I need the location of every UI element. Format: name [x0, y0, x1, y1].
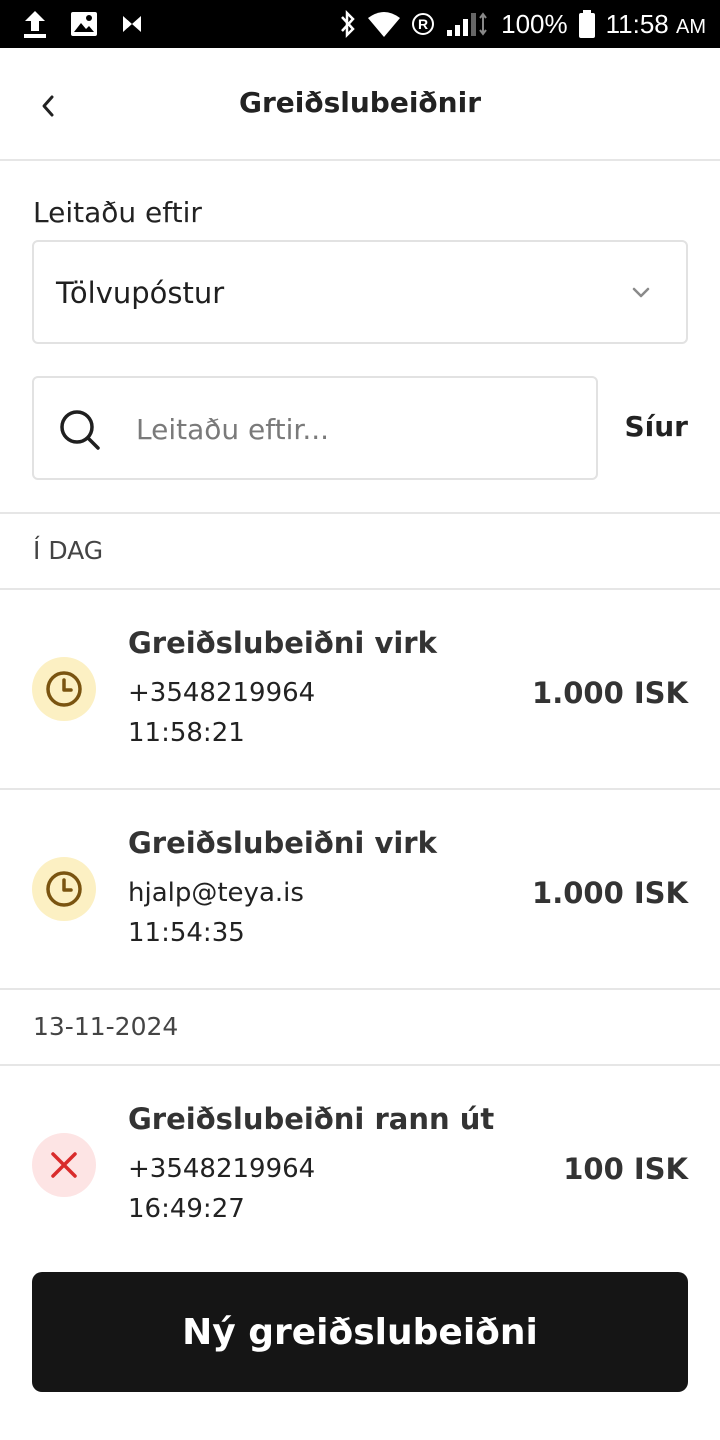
status-time: 11:58 AM: [605, 8, 706, 39]
search-input[interactable]: [136, 402, 566, 456]
item-title: Greiðslubeiðni rann út: [128, 1102, 495, 1136]
item-contact: +3548219964: [128, 1154, 316, 1184]
search-by-select[interactable]: Tölvupóstur: [32, 240, 688, 344]
section-heading-today: Í DAG: [33, 536, 104, 565]
search-icon: [60, 410, 100, 450]
battery-percent: 100%: [501, 8, 568, 39]
item-time: 11:54:35: [128, 918, 245, 948]
clock-icon: [46, 871, 82, 907]
list-item[interactable]: Greiðslubeiðni virk hjalp@teya.is 11:54:…: [0, 790, 720, 988]
search-by-value: Tölvupóstur: [56, 276, 225, 310]
item-contact: +3548219964: [128, 678, 316, 708]
divider: [0, 512, 720, 514]
list-item[interactable]: Greiðslubeiðni rann út +3548219964 16:49…: [0, 1066, 720, 1264]
image-icon: [70, 11, 98, 37]
item-amount: 1.000 ISK: [532, 876, 688, 910]
roaming-icon: R: [411, 12, 435, 36]
status-bar: R 100% 11:58 AM: [0, 0, 720, 48]
status-pending-badge: [32, 657, 96, 721]
chevron-down-icon: [632, 287, 650, 298]
status-pending-badge: [32, 857, 96, 921]
svg-text:R: R: [418, 16, 428, 32]
item-amount: 1.000 ISK: [532, 676, 688, 710]
section-heading-date: 13-11-2024: [33, 1012, 179, 1041]
wifi-icon: [367, 10, 401, 38]
list-item[interactable]: Greiðslubeiðni virk +3548219964 11:58:21…: [0, 590, 720, 788]
item-amount: 100 ISK: [563, 1152, 688, 1186]
close-icon: [51, 1152, 77, 1178]
search-by-label: Leitaðu eftir: [33, 196, 202, 229]
app-icon: [120, 12, 144, 36]
search-box: [32, 376, 598, 480]
clock-icon: [46, 671, 82, 707]
item-contact: hjalp@teya.is: [128, 878, 304, 908]
divider: [0, 988, 720, 990]
battery-icon: [578, 9, 596, 39]
item-title: Greiðslubeiðni virk: [128, 626, 437, 660]
page-title: Greiðslubeiðnir: [238, 86, 482, 119]
bluetooth-icon: [339, 9, 357, 39]
filters-button[interactable]: Síur: [624, 410, 688, 443]
item-time: 16:49:27: [128, 1194, 245, 1224]
item-title: Greiðslubeiðni virk: [128, 826, 437, 860]
upload-icon: [22, 9, 48, 39]
item-time: 11:58:21: [128, 718, 245, 748]
app-bar: Greiðslubeiðnir: [0, 48, 720, 161]
new-payment-request-button[interactable]: Ný greiðslubeiðni: [32, 1272, 688, 1392]
signal-icon: [445, 10, 491, 38]
status-expired-badge: [32, 1133, 96, 1197]
